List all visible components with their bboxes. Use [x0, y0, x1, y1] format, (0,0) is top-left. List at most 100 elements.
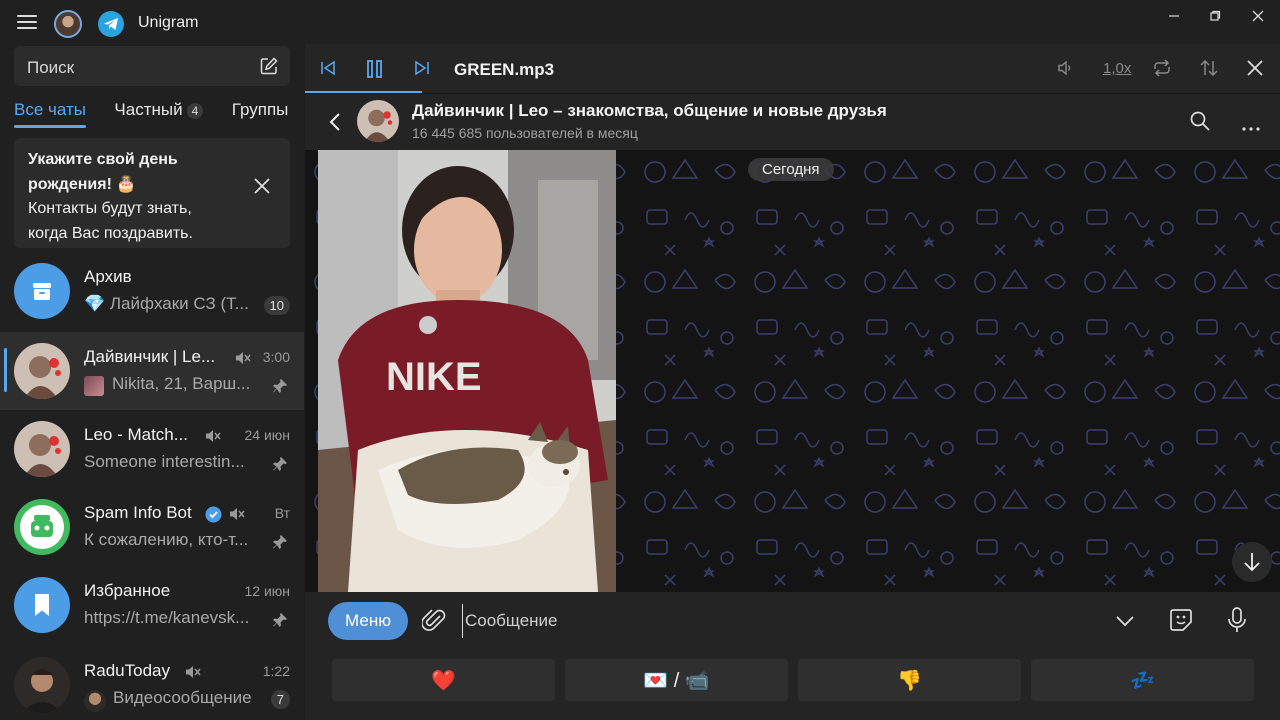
folder-tabs: Все чаты Частный 4 Группы	[14, 100, 304, 130]
chat-item-leo-match[interactable]: Leo - Match... 24 июн Someone interestin…	[0, 410, 304, 488]
chat-preview: Someone interestin...	[84, 452, 245, 471]
next-track-icon[interactable]	[413, 59, 431, 82]
chat-preview: https://t.me/kanevsk...	[84, 608, 250, 627]
keyboard-button-dislike[interactable]: 👎	[798, 659, 1021, 701]
keyboard-button-like[interactable]: ❤️	[332, 659, 555, 701]
pause-icon[interactable]	[366, 59, 384, 84]
close-icon[interactable]	[254, 178, 270, 199]
chat-header: Дайвинчик | Leo – знакомства, общение и …	[305, 94, 1280, 150]
birthday-prompt[interactable]: Укажите свой день рождения! 🎂 Контакты б…	[14, 138, 290, 248]
account-avatar[interactable]	[54, 10, 82, 38]
chat-name: Избранное	[84, 581, 171, 600]
pin-icon	[272, 378, 288, 399]
chat-time: 12 июн	[244, 583, 290, 599]
bookmark-icon	[14, 577, 70, 633]
chat-name: RaduToday	[84, 661, 171, 680]
tab-count-badge: 4	[186, 103, 204, 119]
chat-preview: 💎 Лайфхаки СЗ (Т...	[84, 294, 249, 313]
chat-item-archive[interactable]: Архив 💎 Лайфхаки СЗ (Т... 10	[0, 252, 304, 330]
chat-time: 24 июн	[244, 427, 290, 443]
pin-icon	[272, 612, 288, 633]
chat-preview: Видеосообщение	[113, 688, 252, 707]
chat-name: Spam Info Bot	[84, 503, 192, 522]
chat-avatar	[14, 343, 70, 399]
profile-photo[interactable]: NIKE	[318, 150, 616, 592]
message-input[interactable]	[462, 604, 1062, 638]
chat-name: Архив	[84, 267, 132, 286]
compose-icon[interactable]	[259, 56, 279, 81]
chat-header-avatar[interactable]	[357, 100, 399, 142]
chat-preview: Nikita, 21, Варш...	[112, 374, 251, 393]
preview-thumbnail	[84, 690, 106, 712]
birthday-prompt-text: Укажите свой день рождения! 🎂 Контакты б…	[28, 148, 238, 246]
telegram-logo-icon	[98, 11, 124, 37]
bot-avatar	[14, 499, 70, 555]
close-window-button[interactable]	[1238, 6, 1278, 26]
birthday-prompt-body-2: когда Вас поздравить.	[28, 224, 193, 242]
track-title: GREEN.mp3	[454, 60, 555, 79]
scroll-down-button[interactable]	[1232, 542, 1272, 582]
search-icon[interactable]	[1190, 111, 1210, 136]
more-options-icon[interactable]	[1242, 118, 1260, 136]
tab-private[interactable]: Частный 4	[114, 100, 204, 128]
birthday-prompt-title-2: рождения! 🎂	[28, 175, 137, 193]
chat-name: Leo - Match...	[84, 425, 188, 444]
sweater-print: NIKE	[386, 355, 482, 399]
chat-avatar	[14, 421, 70, 477]
hamburger-menu-icon[interactable]	[17, 15, 37, 29]
sticker-icon[interactable]	[1169, 608, 1193, 637]
bot-keyboard: ❤️ 💌 / 📹 👎 💤	[305, 650, 1280, 720]
player-progress-bar[interactable]	[305, 91, 422, 93]
tab-label: Частный	[114, 100, 183, 119]
shuffle-order-icon[interactable]	[1198, 59, 1220, 82]
tab-all-chats[interactable]: Все чаты	[14, 100, 86, 128]
keyboard-button-message[interactable]: 💌 / 📹	[565, 659, 788, 701]
chevron-down-icon[interactable]	[1115, 614, 1135, 632]
muted-icon	[204, 428, 222, 449]
minimize-button[interactable]	[1154, 6, 1194, 26]
previous-track-icon[interactable]	[319, 59, 337, 82]
app-title: Unigram	[138, 14, 199, 31]
repeat-icon[interactable]	[1151, 59, 1173, 82]
chat-item-daivinchik[interactable]: Дайвинчик | Le... 3:00 Nikita, 21, Варш.…	[0, 332, 304, 410]
chat-avatar	[14, 657, 70, 713]
chat-time: 3:00	[262, 349, 290, 365]
tab-groups[interactable]: Группы	[232, 100, 289, 128]
keyboard-button-sleep[interactable]: 💤	[1031, 659, 1254, 701]
playback-speed-button[interactable]: 1,0x	[1103, 60, 1131, 77]
chat-name: Дайвинчик | Le...	[84, 347, 216, 366]
arrow-down-icon	[1244, 553, 1260, 572]
chat-subtitle: 16 445 685 пользователей в месяц	[412, 125, 638, 141]
chat-item-spam-info-bot[interactable]: Spam Info Bot Вт К сожалению, кто-т...	[0, 488, 304, 566]
tab-label: Группы	[231, 100, 289, 119]
back-arrow-icon[interactable]	[329, 113, 341, 136]
volume-icon[interactable]	[1056, 59, 1074, 82]
title-bar: Unigram	[0, 0, 1280, 44]
pin-icon	[272, 456, 288, 477]
chat-item-radutoday[interactable]: RaduToday 1:22 Видеосообщение 7	[0, 646, 304, 720]
verified-icon	[205, 506, 222, 528]
chat-title[interactable]: Дайвинчик | Leo – знакомства, общение и …	[412, 101, 887, 121]
microphone-icon[interactable]	[1227, 606, 1247, 639]
audio-player-bar: GREEN.mp3 1,0x	[305, 44, 1280, 94]
close-player-icon[interactable]	[1246, 59, 1264, 82]
chat-item-saved-messages[interactable]: Избранное 12 июн https://t.me/kanevsk...	[0, 566, 304, 644]
muted-icon	[228, 506, 246, 527]
date-separator: Сегодня	[748, 158, 834, 181]
sidebar: Поиск Все чаты Частный 4 Группы Укажите с…	[0, 44, 304, 720]
chat-time: 1:22	[262, 663, 290, 679]
birthday-prompt-title-1: Укажите свой день	[28, 151, 178, 168]
bot-menu-button[interactable]: Меню	[328, 602, 408, 640]
attach-icon[interactable]	[421, 608, 448, 639]
maximize-button[interactable]	[1195, 6, 1235, 26]
muted-icon	[184, 664, 202, 685]
chat-time: Вт	[274, 505, 290, 521]
archive-icon	[14, 263, 70, 319]
message-list[interactable]: NIKE Сегодня	[305, 150, 1280, 592]
search-box[interactable]: Поиск	[14, 46, 290, 86]
unread-badge: 7	[270, 690, 290, 709]
message-composer: Меню	[305, 592, 1280, 650]
pin-icon	[272, 534, 288, 555]
preview-thumbnail	[84, 376, 104, 396]
search-placeholder: Поиск	[27, 58, 75, 77]
